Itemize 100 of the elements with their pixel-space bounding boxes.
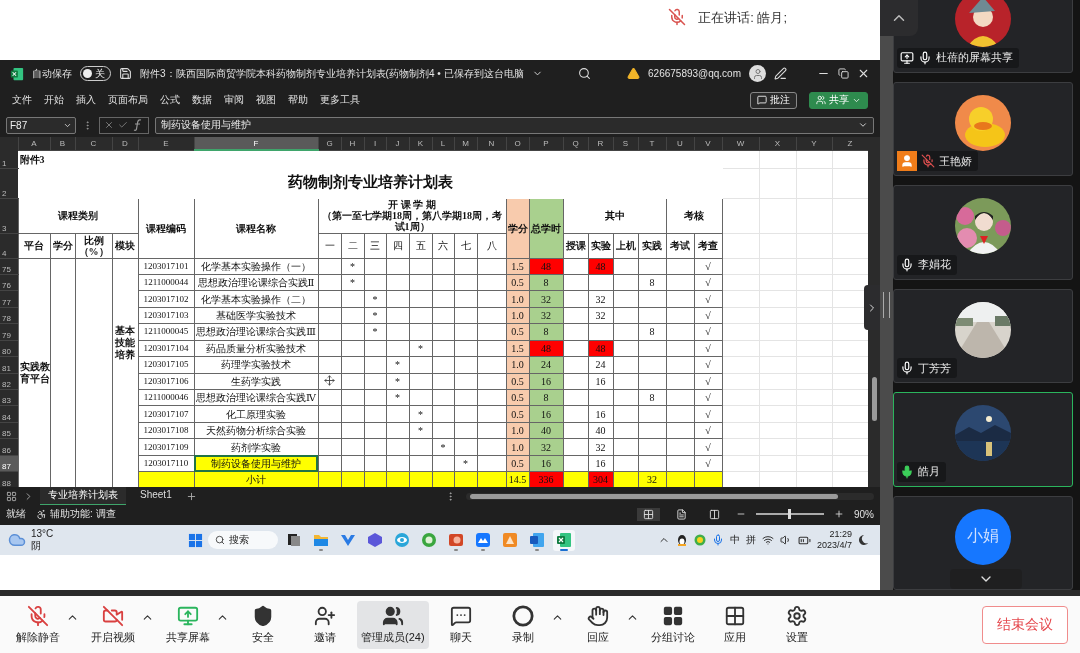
column-header[interactable]: B (50, 137, 75, 150)
ribbon-tab[interactable]: 审阅 (224, 93, 244, 107)
wifi-icon[interactable] (761, 534, 774, 546)
toolbar-button[interactable]: 录制 (492, 600, 553, 649)
mic-icon[interactable] (711, 534, 724, 546)
toolbar-button[interactable]: 聊天 (430, 600, 491, 649)
ribbon-tab[interactable]: 数据 (192, 93, 212, 107)
resize-grip[interactable] (883, 292, 890, 318)
zoom-in-icon[interactable] (834, 509, 844, 519)
participant-tile[interactable]: 王艳娇 (893, 81, 1073, 176)
volume-icon[interactable] (779, 534, 792, 546)
column-header[interactable]: Q (563, 137, 588, 150)
column-header[interactable]: X (759, 137, 796, 150)
task-view-icon[interactable] (286, 531, 302, 548)
input-method[interactable]: 拼 (745, 533, 756, 547)
column-header[interactable]: E (138, 137, 194, 150)
column-header[interactable]: L (432, 137, 454, 150)
share-button[interactable]: 共享 (809, 91, 868, 109)
add-sheet-icon[interactable] (185, 490, 197, 502)
toolbar-button[interactable]: 分组讨论 (642, 600, 703, 649)
ribbon-tab[interactable]: 开始 (44, 93, 64, 107)
column-header[interactable]: R (588, 137, 613, 150)
moon-icon[interactable] (858, 534, 868, 546)
row-number[interactable]: 1 (0, 150, 18, 168)
toolbar-button[interactable]: 管理成员(24) (357, 600, 429, 649)
ribbon-tab[interactable]: 文件 (12, 93, 32, 107)
toolbar-button[interactable]: 解除静音 (8, 600, 68, 649)
column-header[interactable]: Z (832, 137, 868, 150)
restore-icon[interactable] (838, 68, 849, 79)
ribbon-tab[interactable]: 公式 (160, 93, 180, 107)
horizontal-scrollbar[interactable] (466, 492, 874, 500)
sheet-tab[interactable]: Sheet1 (132, 488, 180, 504)
row-number[interactable]: 4 (0, 233, 18, 258)
column-header[interactable]: T (638, 137, 666, 150)
penguin-icon[interactable] (675, 534, 688, 546)
toolbar-button[interactable]: 共享屏幕 (158, 600, 218, 649)
ribbon-tab[interactable]: 视图 (256, 93, 276, 107)
column-header[interactable]: I (364, 137, 386, 150)
zoom-slider-thumb[interactable] (787, 509, 791, 519)
ime-mode[interactable]: 中 (729, 533, 740, 547)
end-meeting-button[interactable]: 结束会议 (982, 605, 1068, 644)
column-header[interactable]: N (477, 137, 506, 150)
pen-icon[interactable] (774, 67, 787, 80)
sheet-list-icon[interactable] (6, 490, 17, 502)
toolbar-button[interactable]: 安全 (233, 600, 293, 649)
column-header[interactable]: D (112, 137, 138, 150)
accessibility-status[interactable]: 辅助功能: 调查 (50, 507, 116, 521)
ribbon-tab[interactable]: 更多工具 (320, 93, 360, 107)
spreadsheet-app-icon[interactable] (556, 531, 572, 548)
column-header[interactable]: C (75, 137, 112, 150)
user-avatar[interactable] (749, 65, 766, 82)
zoom-level[interactable]: 90% (854, 508, 874, 520)
comments-button[interactable]: 批注 (750, 91, 797, 109)
column-header[interactable]: S (613, 137, 638, 150)
normal-view-icon[interactable] (643, 508, 654, 520)
column-header[interactable]: Y (796, 137, 832, 150)
column-header[interactable]: W (722, 137, 759, 150)
word-app-icon[interactable] (529, 531, 545, 548)
column-header[interactable]: O (506, 137, 529, 150)
name-box[interactable]: F87 (6, 116, 76, 134)
save-icon[interactable] (119, 67, 132, 80)
row-number[interactable]: 2 (0, 168, 18, 198)
clock[interactable]: 21:29 2023/4/7 (816, 529, 852, 551)
toolbar-button[interactable]: 应用 (704, 600, 765, 649)
eye-icon[interactable] (394, 531, 410, 548)
page-layout-icon[interactable] (676, 508, 687, 520)
view-mode-button[interactable] (637, 507, 660, 521)
column-header[interactable]: V (694, 137, 722, 150)
participant-tile[interactable]: 杜蓓的屏幕共享 (893, 0, 1073, 73)
hexagon-icon[interactable] (367, 531, 383, 548)
column-header[interactable]: M (454, 137, 477, 150)
column-header[interactable]: F (194, 137, 318, 150)
toolbar-button[interactable]: 回应 (567, 600, 628, 649)
toolbar-button[interactable]: 设置 (766, 600, 827, 649)
close-icon[interactable] (857, 67, 870, 80)
toolbar-button[interactable]: 开启视频 (83, 600, 143, 649)
search-icon[interactable] (578, 67, 592, 80)
presentation-icon[interactable] (448, 531, 464, 548)
meeting-app-icon[interactable] (475, 531, 491, 548)
formula-field[interactable]: 制药设备使用与维护 (155, 116, 874, 134)
browser-icon[interactable] (421, 531, 437, 548)
participant-tile[interactable]: 丁芳芳 (893, 288, 1073, 383)
column-header[interactable]: P (529, 137, 563, 150)
table-cell[interactable]: 制药设备使用与维护 (194, 455, 318, 472)
start-icon[interactable] (188, 532, 203, 548)
participant-tile[interactable]: 皓月 (893, 392, 1073, 487)
column-header[interactable]: A (18, 137, 50, 150)
page-break-icon[interactable] (709, 508, 720, 520)
participant-tile[interactable]: 李娟花 (893, 185, 1073, 280)
toolbar-button[interactable]: 邀请 (295, 600, 355, 649)
row-number[interactable]: 3 (0, 198, 18, 233)
ribbon-tab[interactable]: 页面布局 (108, 93, 148, 107)
taskbar-search[interactable]: 搜索 (208, 531, 278, 549)
ribbon-tab[interactable]: 帮助 (288, 93, 308, 107)
ribbon-tab[interactable]: 插入 (76, 93, 96, 107)
column-header[interactable]: H (341, 137, 364, 150)
column-header[interactable]: U (666, 137, 694, 150)
column-header[interactable]: J (386, 137, 409, 150)
column-header[interactable]: G (318, 137, 341, 150)
column-header[interactable]: K (409, 137, 432, 150)
